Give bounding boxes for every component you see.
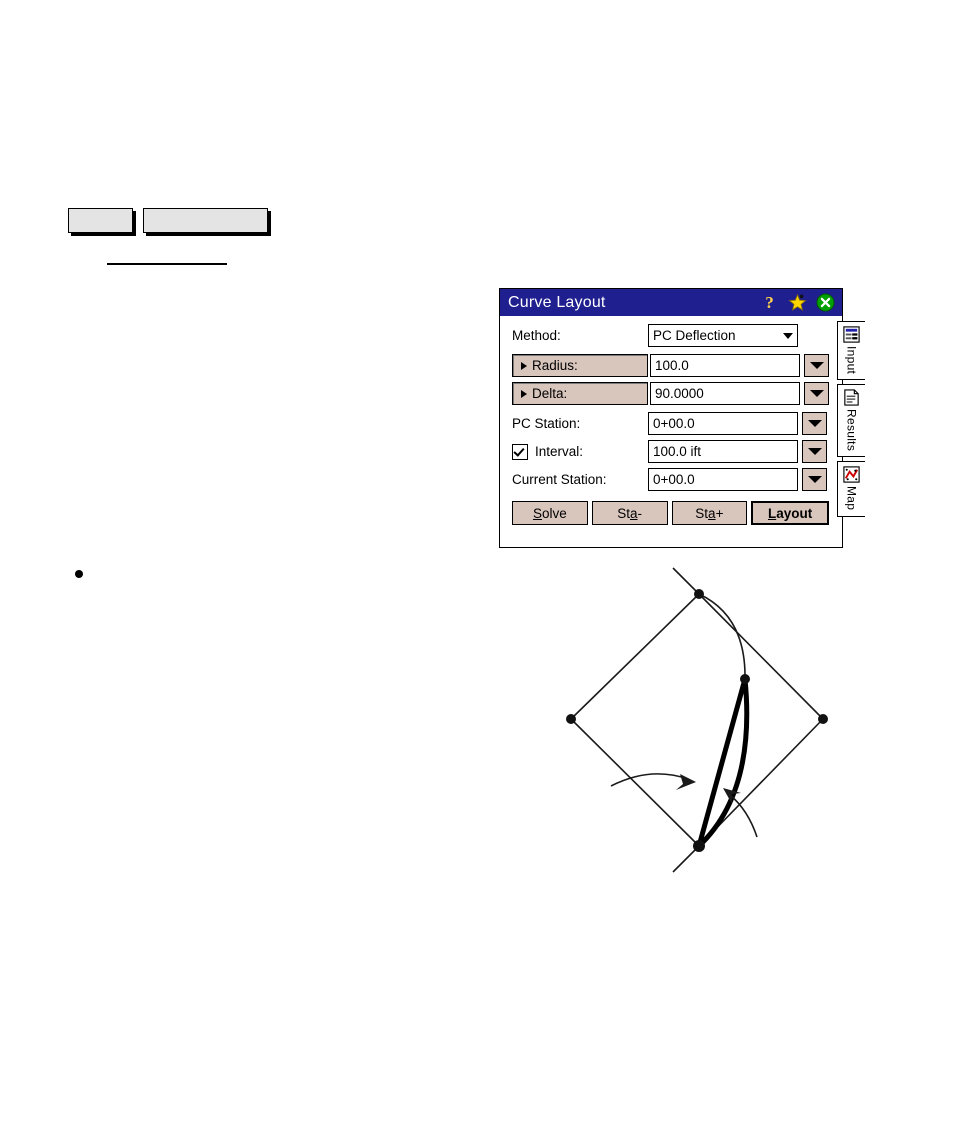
tab-results-label: Results xyxy=(844,409,859,452)
interval-checkbox-group[interactable]: Interval: xyxy=(512,443,648,460)
triangle-down-icon xyxy=(809,390,824,397)
triangle-right-icon xyxy=(521,389,527,398)
input-form-icon xyxy=(843,326,860,343)
dialog-button-row: Solve St a - St a + Layout xyxy=(512,501,829,525)
node-mid-point xyxy=(740,674,750,684)
delta-dropdown-button[interactable] xyxy=(804,382,829,405)
method-label: Method: xyxy=(512,328,561,343)
row-method: Method: PC Deflection xyxy=(512,324,829,347)
map-icon xyxy=(843,466,860,483)
input-form: Method: PC Deflection Radius: 100.0 Delt… xyxy=(500,316,835,547)
delta-expand-button[interactable]: Delta: xyxy=(512,382,648,405)
interval-dropdown-button[interactable] xyxy=(802,440,827,463)
radius-input[interactable]: 100.0 xyxy=(650,354,800,377)
current-station-input[interactable]: 0+00.0 xyxy=(648,468,798,491)
tangent-upper-right xyxy=(698,593,824,720)
tab-map[interactable]: Map xyxy=(837,461,865,517)
bullet-point xyxy=(75,570,83,578)
svg-text:?: ? xyxy=(765,293,774,312)
row-delta: Delta: 90.0000 xyxy=(512,382,829,405)
method-dropdown[interactable]: PC Deflection xyxy=(648,324,798,347)
node-left-point xyxy=(566,714,576,724)
curve-layout-dialog: Curve Layout ? Method: PC Deflection Rad… xyxy=(499,288,865,548)
station-minus-button[interactable]: St a - xyxy=(591,501,668,525)
chevron-down-icon xyxy=(783,332,793,339)
radius-label: Radius: xyxy=(532,358,578,373)
row-current-station: Current Station: 0+00.0 xyxy=(512,468,829,491)
layout-post: ayout xyxy=(776,505,813,521)
thin-arc-top xyxy=(698,593,746,680)
delta-label: Delta: xyxy=(532,386,568,401)
diagram-nodes xyxy=(566,589,828,852)
layout-button[interactable]: Layout xyxy=(751,501,829,525)
tab-results[interactable]: Results xyxy=(837,384,865,458)
tangent-upper-left xyxy=(570,593,700,720)
sta-minus-post: - xyxy=(637,505,643,521)
dialog-title: Curve Layout xyxy=(508,293,606,311)
callout-arrow-right xyxy=(723,788,758,838)
triangle-down-icon xyxy=(807,448,822,455)
layout-accel: L xyxy=(767,505,777,521)
sta-minus-accel: a xyxy=(630,505,638,521)
triangle-down-icon xyxy=(809,362,824,369)
titlebar-icon-group: ? xyxy=(760,293,838,312)
triangle-right-icon xyxy=(521,361,527,370)
tangent-lines xyxy=(570,567,824,873)
dialog-body: Method: PC Deflection Radius: 100.0 Delt… xyxy=(500,316,865,547)
curve-layout-geometry-diagram xyxy=(566,567,828,873)
radius-expand-button[interactable]: Radius: xyxy=(512,354,648,377)
sta-plus-accel: a xyxy=(708,505,716,521)
node-bottom-point xyxy=(693,840,705,852)
sta-plus-post: + xyxy=(715,505,724,521)
results-document-icon xyxy=(844,389,859,406)
tab-input-label: Input xyxy=(844,346,859,375)
tab-input[interactable]: Input xyxy=(837,321,865,381)
dialog-tab-strip: Input Results Map xyxy=(835,316,867,547)
triangle-down-icon xyxy=(807,476,822,483)
delta-input[interactable]: 90.0000 xyxy=(650,382,800,405)
document-button-2[interactable] xyxy=(143,208,268,233)
row-interval: Interval: 100.0 ift xyxy=(512,440,829,463)
document-button-1[interactable] xyxy=(68,208,133,233)
help-icon[interactable]: ? xyxy=(760,293,779,312)
tangent-extension-top xyxy=(672,567,700,595)
station-plus-button[interactable]: St a + xyxy=(671,501,748,525)
pc-station-input[interactable]: 0+00.0 xyxy=(648,412,798,435)
document-underline-rule xyxy=(107,263,227,265)
node-right-point xyxy=(818,714,828,724)
pc-station-dropdown-button[interactable] xyxy=(802,412,827,435)
tab-map-label: Map xyxy=(844,486,859,511)
sta-plus-pre: St xyxy=(695,505,709,521)
solve-accel: S xyxy=(532,505,542,521)
dialog-titlebar: Curve Layout ? xyxy=(500,289,842,316)
method-value: PC Deflection xyxy=(653,328,736,343)
row-radius: Radius: 100.0 xyxy=(512,354,829,377)
callout-arrow-left xyxy=(610,773,696,790)
close-icon[interactable] xyxy=(816,293,835,312)
current-station-dropdown-button[interactable] xyxy=(802,468,827,491)
solve-post: olve xyxy=(542,505,567,521)
node-top-point xyxy=(694,589,704,599)
favorites-star-icon[interactable] xyxy=(788,293,807,312)
radius-dropdown-button[interactable] xyxy=(804,354,829,377)
row-pc-station: PC Station: 0+00.0 xyxy=(512,412,829,435)
pc-station-label: PC Station: xyxy=(512,416,581,431)
interval-checkbox[interactable] xyxy=(512,443,528,460)
interval-label: Interval: xyxy=(535,444,584,459)
tangent-lower-left xyxy=(570,718,700,847)
current-station-label: Current Station: xyxy=(512,472,607,487)
interval-input[interactable]: 100.0 ift xyxy=(648,440,798,463)
sta-minus-pre: St xyxy=(617,505,630,521)
solve-button[interactable]: Solve xyxy=(512,501,588,525)
triangle-down-icon xyxy=(807,420,822,427)
